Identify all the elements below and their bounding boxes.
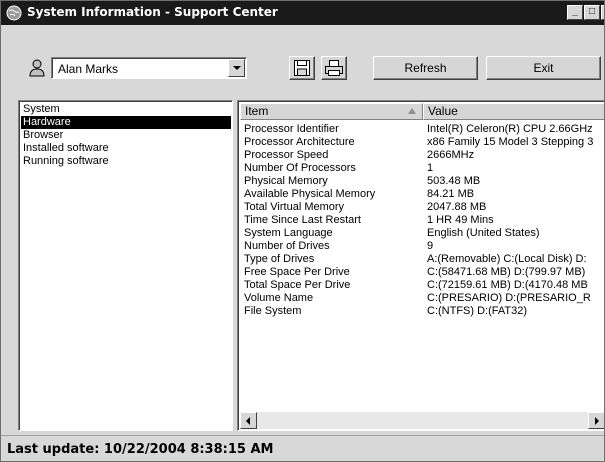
window-title: System Information - Support Center (27, 5, 278, 19)
chevron-down-icon[interactable] (228, 59, 245, 77)
row-value: 2666MHz (427, 149, 475, 161)
row-item: Processor Identifier (244, 123, 339, 135)
row-item: Volume Name (244, 292, 314, 304)
row-value: C:(PRESARIO) D:(PRESARIO_R (427, 292, 591, 304)
table-row[interactable]: Type of Drives A:(Removable) C:(Local Dis… (240, 253, 604, 266)
table-row[interactable]: Free Space Per Drive C:(58471.68 MB) D:(7… (240, 266, 604, 279)
floppy-disk-icon (294, 60, 310, 76)
row-value: 1 HR 49 Mins (427, 214, 494, 226)
row-value: x86 Family 15 Model 3 Stepping 3 (427, 136, 594, 148)
row-item: Number Of Processors (244, 162, 356, 174)
row-item: Free Space Per Drive (244, 266, 350, 278)
status-bar: Last update: 10/22/2004 8:38:15 AM (1, 435, 604, 461)
table-row[interactable]: Total Space Per Drive C:(72159.61 MB) D:(… (240, 279, 604, 292)
row-item: Available Physical Memory (244, 188, 376, 200)
table-row[interactable]: System Language English (United States) (240, 227, 604, 240)
category-item-hardware[interactable]: Hardware (21, 116, 231, 129)
table-row[interactable]: Processor Speed 2666MHz (240, 149, 604, 162)
app-window: System Information - Support Center _ □ … (0, 0, 605, 462)
minimize-button[interactable]: _ (567, 5, 583, 20)
table-row[interactable]: Number of Drives 9 (240, 240, 604, 253)
sort-ascending-icon (408, 108, 416, 114)
column-header-item-label: Item (245, 104, 269, 118)
refresh-button[interactable]: Refresh (373, 56, 478, 80)
row-item: Time Since Last Restart (244, 214, 361, 226)
category-item-running-software[interactable]: Running software (21, 155, 231, 168)
table-row[interactable]: Processor Identifier Intel(R) Celeron(R) … (240, 123, 604, 136)
category-item-system[interactable]: System (21, 103, 231, 116)
horizontal-scrollbar[interactable] (240, 412, 604, 429)
row-value: Intel(R) Celeron(R) CPU 2.66GHz (427, 123, 593, 135)
table-row[interactable]: Total Virtual Memory 2047.88 MB (240, 201, 604, 214)
row-item: Total Virtual Memory (244, 201, 345, 213)
table-row[interactable]: Number Of Processors 1 (240, 162, 604, 175)
category-item-browser[interactable]: Browser (21, 129, 231, 142)
row-item: System Language (244, 227, 333, 239)
row-value: 9 (427, 240, 434, 252)
title-bar[interactable]: System Information - Support Center _ □ … (1, 1, 604, 25)
user-icon (29, 59, 45, 77)
column-header-value[interactable]: Value (423, 103, 604, 120)
row-value: 503.48 MB (427, 175, 481, 187)
user-select[interactable]: Alan Marks (51, 57, 247, 79)
row-value: C:(58471.68 MB) D:(799.97 MB) (427, 266, 586, 278)
column-header-value-label: Value (428, 104, 458, 118)
table-row[interactable]: Physical Memory 503.48 MB (240, 175, 604, 188)
column-header-item[interactable]: Item (240, 103, 423, 120)
maximize-button[interactable]: □ (584, 5, 600, 20)
print-button[interactable] (321, 56, 347, 80)
category-list[interactable]: System Hardware Browser Installed softwa… (18, 100, 233, 431)
row-value: C:(NTFS) D:(FAT32) (427, 305, 528, 317)
row-item: Physical Memory (244, 175, 328, 187)
row-item: Number of Drives (244, 240, 330, 252)
table-row[interactable]: Volume Name C:(PRESARIO) D:(PRESARIO_R (240, 292, 604, 305)
row-item: Processor Speed (244, 149, 329, 161)
scroll-right-icon[interactable] (588, 412, 604, 429)
details-list[interactable]: Item Value Processor Identifier Intel(R) … (237, 100, 604, 431)
category-item-installed-software[interactable]: Installed software (21, 142, 231, 155)
row-value: English (United States) (427, 227, 540, 239)
table-row[interactable]: File System C:(NTFS) D:(FAT32) (240, 305, 604, 318)
row-value: A:(Removable) C:(Local Disk) D: (427, 253, 587, 265)
last-update-text: Last update: 10/22/2004 8:38:15 AM (7, 442, 274, 457)
row-item: Total Space Per Drive (244, 279, 351, 291)
row-item: Type of Drives (244, 253, 315, 265)
user-select-value: Alan Marks (58, 62, 119, 76)
table-row[interactable]: Time Since Last Restart 1 HR 49 Mins (240, 214, 604, 227)
row-item: File System (244, 305, 302, 317)
row-value: 2047.88 MB (427, 201, 487, 213)
row-item: Processor Architecture (244, 136, 355, 148)
row-value: C:(72159.61 MB) D:(4170.48 MB (427, 279, 588, 291)
row-value: 1 (427, 162, 434, 174)
printer-icon (325, 60, 343, 76)
close-button[interactable]: × (601, 5, 604, 20)
scroll-left-icon[interactable] (240, 412, 257, 429)
table-row[interactable]: Available Physical Memory 84.21 MB (240, 188, 604, 201)
exit-button[interactable]: Exit (486, 56, 601, 80)
globe-icon (6, 5, 22, 21)
save-button[interactable] (289, 56, 315, 80)
row-value: 84.21 MB (427, 188, 475, 200)
table-row[interactable]: Processor Architecture x86 Family 15 Mode… (240, 136, 604, 149)
